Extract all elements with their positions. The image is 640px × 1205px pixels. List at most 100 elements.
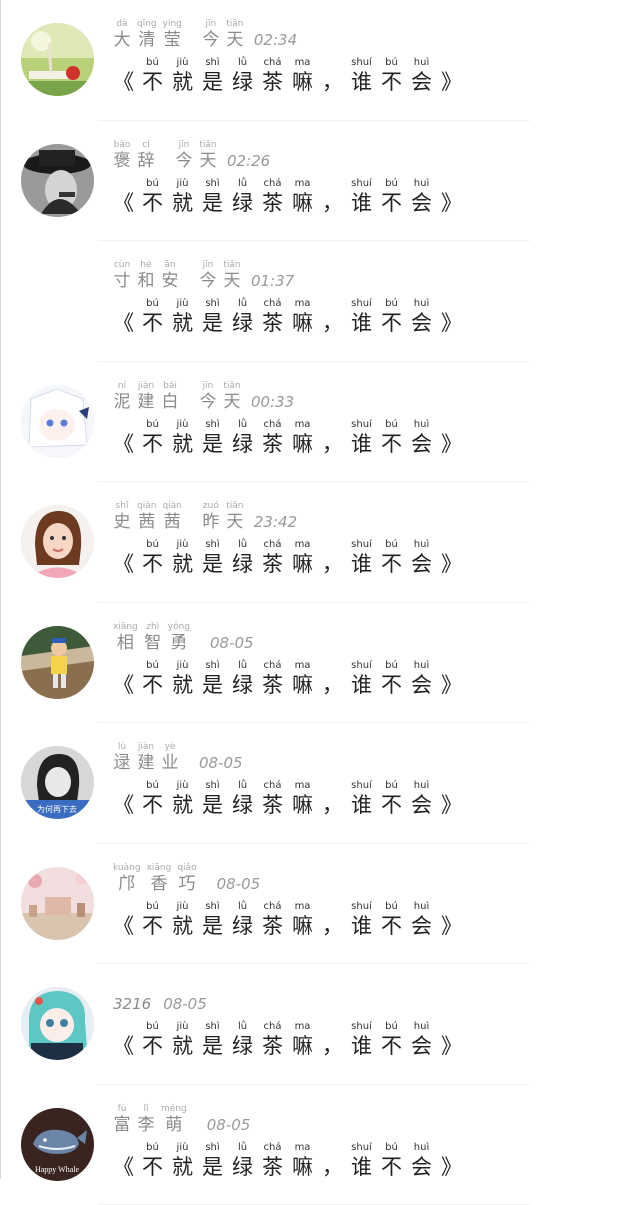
hanzi: 嘛	[292, 913, 313, 939]
ruby-char: shuí谁	[351, 660, 372, 698]
hanzi: 是	[202, 69, 223, 95]
avatar-book-flower[interactable]	[21, 23, 94, 96]
avatar-hat-person[interactable]	[21, 144, 94, 217]
username[interactable]: xiāng相zhì智yǒng勇	[113, 622, 196, 653]
avatar-happy-whale[interactable]: Happy Whale	[21, 1108, 94, 1181]
timestamp: 08-05	[210, 633, 254, 653]
comment-header: xiāng相zhì智yǒng勇 08-05	[113, 621, 254, 653]
comment-row[interactable]: xiāng相zhì智yǒng勇08-05《bú不jiù就shì是lǜ绿chá茶m…	[0, 603, 640, 724]
avatar-kid-street[interactable]	[21, 626, 94, 699]
ruby-char: bāo褒	[113, 140, 131, 171]
comment-row[interactable]: ní泥jiàn建bái白jīn今tiān天00:33《bú不jiù就shì是lǜ…	[0, 362, 640, 483]
hanzi: 嘛	[292, 190, 313, 216]
pinyin: jiù	[177, 419, 189, 431]
username[interactable]: fù富lǐ李méng萌	[113, 1104, 193, 1135]
comment-row[interactable]: bāo褒cí辞jīn今tiān天02:26《bú不jiù就shì是lǜ绿chá茶…	[0, 121, 640, 242]
pinyin: bú	[146, 901, 159, 913]
ruby-char: bú不	[381, 539, 402, 577]
avatar-anime-teal[interactable]	[21, 987, 94, 1060]
ruby-char: bú不	[381, 298, 402, 336]
ruby-char: lǜ绿	[232, 1142, 253, 1180]
timestamp: 08-05	[199, 753, 243, 773]
ruby-char: chá茶	[262, 539, 283, 577]
avatar-pink-room[interactable]	[21, 867, 94, 940]
ruby-char: bú不	[381, 780, 402, 818]
pinyin: ma	[295, 1021, 311, 1033]
pinyin: jīn	[203, 381, 214, 392]
ruby-char: bái白	[161, 381, 179, 412]
ruby-char: bú不	[381, 57, 402, 95]
pinyin: jiù	[177, 780, 189, 792]
ruby-char: chá茶	[262, 57, 283, 95]
pinyin: shì	[205, 419, 219, 431]
avatar-anime-white[interactable]	[21, 385, 94, 458]
relative-day: zuó昨tiān天	[202, 501, 250, 532]
ruby-char: chá茶	[262, 780, 283, 818]
hanzi: 莹	[164, 30, 181, 50]
comment-header: ní泥jiàn建bái白jīn今tiān天00:33	[113, 380, 294, 412]
pinyin: shì	[205, 57, 219, 69]
pinyin: ma	[295, 57, 311, 69]
hanzi: 是	[202, 190, 223, 216]
comment-row[interactable]: Happy Whalefù富lǐ李méng萌08-05《bú不jiù就shì是l…	[0, 1085, 640, 1205]
username[interactable]: cùn寸hé和ān安	[113, 260, 185, 291]
timestamp: 08-05	[217, 874, 261, 894]
hanzi: 会	[411, 1154, 432, 1180]
comment-row[interactable]: cùn寸hé和ān安jīn今tiān天01:37《bú不jiù就shì是lǜ绿c…	[0, 241, 640, 362]
hanzi: 业	[162, 753, 179, 773]
username[interactable]: bāo褒cí辞	[113, 140, 161, 171]
pinyin: shì	[205, 901, 219, 913]
comment-row[interactable]: shǐ史qiàn茜qiàn茜zuó昨tiān天23:42《bú不jiù就shì是…	[0, 482, 640, 603]
hanzi: 天	[200, 151, 217, 171]
close-quote: 》	[441, 69, 462, 95]
username[interactable]: 3216	[113, 994, 151, 1014]
hanzi: 和	[138, 271, 155, 291]
avatar-empty[interactable]	[21, 264, 94, 337]
hanzi: 嘛	[292, 1033, 313, 1059]
username[interactable]: ní泥jiàn建bái白	[113, 381, 185, 412]
comment-text: 《bú不jiù就shì是lǜ绿chá茶ma嘛，shuí谁bú不huì会》	[113, 57, 470, 95]
hanzi: 谁	[351, 551, 372, 577]
relative-day: jīn今tiān天	[202, 19, 250, 50]
comment-row[interactable]: 为何再下去lù逯jiàn建yè业08-05《bú不jiù就shì是lǜ绿chá茶…	[0, 723, 640, 844]
close-quote: 》	[441, 190, 462, 216]
hanzi: 李	[138, 1115, 155, 1135]
hanzi: 天	[226, 512, 243, 532]
comment-header: cùn寸hé和ān安jīn今tiān天01:37	[113, 259, 294, 291]
pinyin: tiān	[199, 140, 216, 151]
pinyin: bái	[163, 381, 177, 392]
ruby-char: bú不	[381, 1021, 402, 1059]
comment-row[interactable]: 321608-05《bú不jiù就shì是lǜ绿chá茶ma嘛，shuí谁bú不…	[0, 964, 640, 1085]
comment-feed[interactable]: dà大qīng清yíng莹jīn今tiān天02:34《bú不jiù就shì是l…	[0, 0, 640, 1205]
username[interactable]: lù逯jiàn建yè业	[113, 742, 185, 773]
username[interactable]: dà大qīng清yíng莹	[113, 19, 188, 50]
pinyin: qiǎo	[177, 863, 196, 874]
hanzi: 谁	[351, 792, 372, 818]
pinyin: bú	[385, 178, 398, 190]
comma: ，	[322, 1033, 343, 1059]
ruby-char: jiù就	[172, 660, 193, 698]
pinyin: chá	[264, 1142, 282, 1154]
ruby-char: yǒng勇	[168, 622, 190, 653]
hanzi: 茶	[262, 310, 283, 336]
ruby-char: lǜ绿	[232, 178, 253, 216]
comment-row[interactable]: kuàng邝xiāng香qiǎo巧08-05《bú不jiù就shì是lǜ绿chá…	[0, 844, 640, 965]
pinyin: lǜ	[238, 178, 247, 190]
username[interactable]: shǐ史qiàn茜qiàn茜	[113, 501, 188, 532]
hanzi: 不	[381, 310, 402, 336]
hanzi: 泥	[114, 392, 131, 412]
hanzi: 不	[381, 672, 402, 698]
comma: ，	[322, 69, 343, 95]
avatar-girl-pink[interactable]	[21, 505, 94, 578]
ruby-char: jiù就	[172, 1021, 193, 1059]
username[interactable]: kuàng邝xiāng香qiǎo巧	[113, 863, 203, 894]
avatar-bw-girl[interactable]: 为何再下去	[21, 746, 94, 819]
comment-row[interactable]: dà大qīng清yíng莹jīn今tiān天02:34《bú不jiù就shì是l…	[0, 0, 640, 121]
ruby-char: tiān天	[226, 19, 244, 50]
pinyin: jiù	[177, 660, 189, 672]
hanzi: 绿	[232, 913, 253, 939]
pinyin: bú	[385, 660, 398, 672]
hanzi: 邝	[118, 874, 135, 894]
ruby-char: ma嘛	[292, 780, 313, 818]
hanzi: 茶	[262, 190, 283, 216]
